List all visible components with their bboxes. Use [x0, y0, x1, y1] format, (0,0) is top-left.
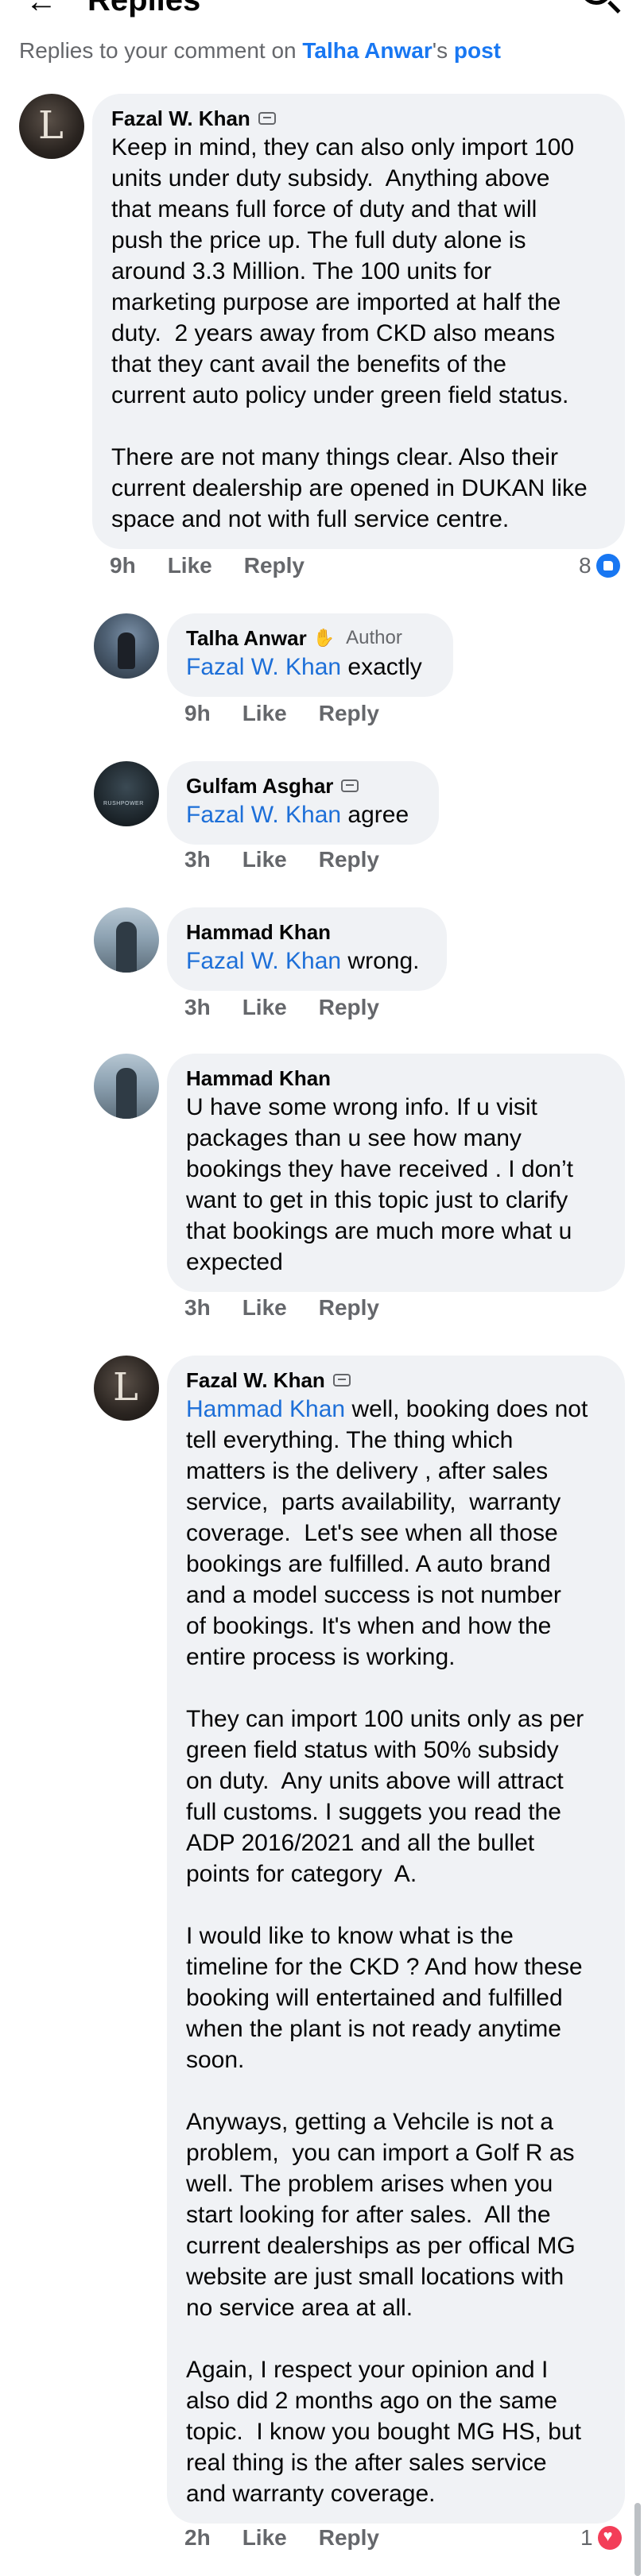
wave-icon: ✋: [312, 628, 336, 648]
page-title: Replies: [87, 0, 201, 17]
context-possessive: 's: [432, 38, 454, 63]
love-reaction-icon: [597, 2526, 622, 2550]
reaction-count: 1: [580, 2525, 593, 2550]
comment-text: Keep in mind, they can also only import …: [111, 134, 588, 532]
like-button[interactable]: Like: [242, 701, 287, 726]
author-name[interactable]: Gulfam Asghar: [186, 772, 333, 799]
comment-author: Hammad Khan: [186, 1065, 606, 1092]
comment-bubble: Fazal W. Khan Hammad Khan well, booking …: [167, 1356, 625, 2524]
comment-bubble: Talha Anwar ✋ Author Fazal W. Khan exact…: [167, 613, 453, 697]
replies-context: Replies to your comment on Talha Anwar's…: [19, 38, 501, 64]
comment-actions: 3h Like Reply: [184, 1295, 411, 1321]
reaction-summary[interactable]: 8: [579, 553, 620, 578]
mention-link[interactable]: Fazal W. Khan: [186, 802, 341, 828]
comment-actions: 3h Like Reply: [184, 847, 411, 872]
badge-icon: [341, 779, 359, 792]
reaction-count: 8: [579, 553, 592, 578]
comment-text: Fazal W. Khan agree: [186, 799, 420, 830]
like-button[interactable]: Like: [242, 847, 287, 872]
avatar[interactable]: [19, 94, 84, 159]
avatar[interactable]: [94, 761, 159, 826]
comment-author: Hammad Khan: [186, 919, 428, 946]
comment-bubble: Fazal W. Khan Keep in mind, they can als…: [92, 94, 625, 549]
comment-bubble: Gulfam Asghar Fazal W. Khan agree: [167, 761, 439, 845]
comment-time: 3h: [184, 995, 211, 1019]
top-bar: ← Replies: [0, 0, 644, 24]
like-button[interactable]: Like: [242, 1295, 287, 1321]
reply-button[interactable]: Reply: [319, 2525, 379, 2551]
comment-time: 2h: [184, 2525, 211, 2550]
comment-author: Gulfam Asghar: [186, 772, 420, 799]
comment-actions: 3h Like Reply: [184, 995, 411, 1020]
comment-time: 3h: [184, 847, 211, 872]
comment-author: Fazal W. Khan: [111, 105, 606, 132]
comment-actions: 9h Like Reply: [110, 553, 336, 578]
comment-bubble: Hammad Khan Fazal W. Khan wrong.: [167, 907, 447, 991]
comment-body: wrong.: [341, 948, 420, 974]
back-arrow-icon[interactable]: ←: [25, 0, 57, 20]
badge-icon: [258, 112, 276, 125]
comment-text: Hammad Khan well, booking does not tell …: [186, 1394, 606, 2509]
comment-time: 9h: [184, 701, 211, 725]
post-author-link[interactable]: Talha Anwar: [302, 38, 432, 63]
author-name[interactable]: Fazal W. Khan: [111, 105, 250, 132]
like-reaction-icon: [596, 554, 620, 578]
avatar[interactable]: [94, 1054, 159, 1119]
reply-button[interactable]: Reply: [319, 995, 379, 1020]
reply-button[interactable]: Reply: [244, 553, 305, 578]
mention-link[interactable]: Fazal W. Khan: [186, 654, 341, 680]
comment-body: well, booking does not tell everything. …: [186, 1396, 588, 2507]
comment-text: Fazal W. Khan wrong.: [186, 946, 428, 977]
author-badge: Author: [346, 627, 402, 648]
author-name[interactable]: Hammad Khan: [186, 919, 331, 946]
reply-button[interactable]: Reply: [319, 1295, 379, 1321]
reply-button[interactable]: Reply: [319, 701, 379, 726]
author-name[interactable]: Hammad Khan: [186, 1065, 331, 1092]
comment-author: Talha Anwar ✋ Author: [186, 625, 434, 652]
comment-time: 9h: [110, 553, 136, 578]
avatar[interactable]: [94, 907, 159, 973]
comment-author: Fazal W. Khan: [186, 1367, 606, 1394]
like-button[interactable]: Like: [168, 553, 212, 578]
like-button[interactable]: Like: [242, 2525, 287, 2551]
comment-actions: 2h Like Reply: [184, 2525, 411, 2551]
search-icon-handle: [607, 0, 621, 14]
comment-body: agree: [341, 802, 409, 828]
scrollbar[interactable]: [634, 2503, 641, 2576]
context-prefix: Replies to your comment on: [19, 38, 303, 63]
comment-body: exactly: [341, 654, 422, 680]
mention-link[interactable]: Hammad Khan: [186, 1396, 345, 1422]
badge-icon: [332, 1374, 351, 1387]
comment-bubble: Hammad Khan U have some wrong info. If u…: [167, 1054, 625, 1292]
like-button[interactable]: Like: [242, 995, 287, 1020]
mention-link[interactable]: Fazal W. Khan: [186, 948, 341, 974]
comment-actions: 9h Like Reply: [184, 701, 411, 726]
post-link[interactable]: post: [454, 38, 501, 63]
comment-text: Fazal W. Khan exactly: [186, 652, 434, 683]
reply-button[interactable]: Reply: [319, 847, 379, 872]
author-name[interactable]: Talha Anwar: [186, 625, 307, 652]
author-name[interactable]: Fazal W. Khan: [186, 1367, 325, 1394]
avatar[interactable]: [94, 1356, 159, 1421]
reaction-summary[interactable]: 1: [580, 2525, 622, 2551]
comment-text: U have some wrong info. If u visit packa…: [186, 1094, 573, 1275]
avatar[interactable]: [94, 613, 159, 679]
comment-time: 3h: [184, 1295, 211, 1320]
